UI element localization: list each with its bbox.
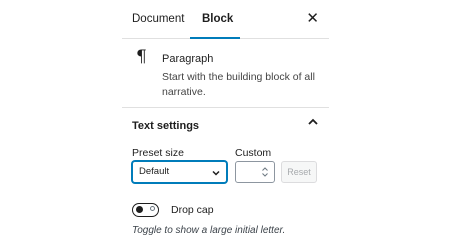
- chevron-down-icon: [212, 170, 220, 176]
- chevron-up-icon[interactable]: [307, 116, 319, 128]
- number-spinner-icon[interactable]: [261, 166, 269, 178]
- text-settings-title: Text settings: [132, 120, 200, 132]
- preset-size-value: Default: [139, 166, 170, 177]
- tab-document[interactable]: Document: [132, 0, 184, 38]
- drop-cap-label: Drop cap: [171, 204, 214, 216]
- drop-cap-help: Toggle to show a large initial letter.: [132, 225, 286, 236]
- drop-cap-toggle[interactable]: [132, 203, 159, 217]
- custom-size-label: Custom: [235, 147, 272, 159]
- tab-block[interactable]: Block: [202, 0, 233, 38]
- text-settings-header[interactable]: Text settings: [122, 108, 329, 142]
- sidebar-tabs: Document Block ✕: [122, 0, 329, 39]
- toggle-off-indicator: [150, 206, 155, 211]
- block-title: Paragraph: [162, 53, 214, 65]
- custom-size-input[interactable]: [235, 161, 275, 183]
- reset-button[interactable]: Reset: [281, 161, 317, 183]
- paragraph-icon: ¶: [136, 47, 147, 67]
- block-card: ¶ Paragraph Start with the building bloc…: [122, 39, 329, 108]
- toggle-knob: [136, 206, 143, 213]
- block-description: Start with the building block of all nar…: [162, 71, 315, 98]
- preset-size-label: Preset size: [132, 147, 184, 159]
- close-icon[interactable]: ✕: [306, 0, 319, 38]
- preset-size-select[interactable]: Default: [132, 161, 227, 183]
